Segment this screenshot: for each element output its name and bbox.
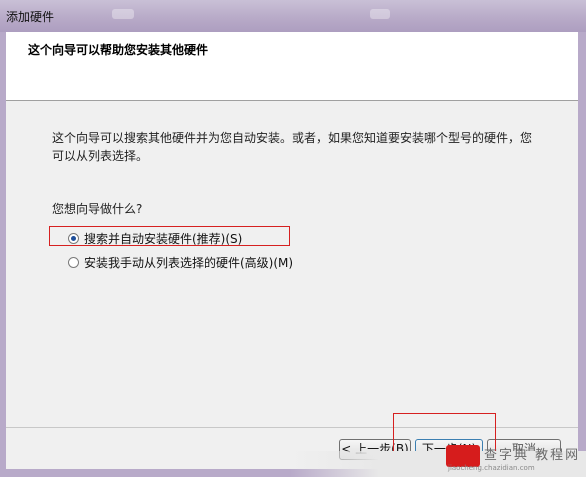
wizard-header: 这个向导可以帮助您安装其他硬件: [6, 32, 578, 101]
watermark-text: 查字典 教程网: [484, 448, 581, 463]
watermark-url: jiaocheng.chazidian.com: [448, 464, 535, 472]
wizard-content: 这个向导可以帮助您安装其他硬件 这个向导可以搜索其他硬件并为您自动安装。或者，如…: [6, 32, 578, 469]
option-manual-install[interactable]: 安装我手动从列表选择的硬件(高级)(M): [68, 253, 293, 271]
description-line-2: 可以从列表选择。: [52, 149, 149, 163]
option-label[interactable]: 安装我手动从列表选择的硬件(高级)(M): [84, 254, 293, 271]
blurred-region: [112, 9, 134, 19]
wizard-description: 这个向导可以搜索其他硬件并为您自动安装。或者，如果您知道要安装哪个型号的硬件，您…: [52, 129, 552, 165]
window-title: 添加硬件: [6, 10, 55, 24]
blurred-region: [370, 9, 390, 19]
red-highlight-box: [49, 226, 290, 246]
window-titlebar: 添加硬件: [0, 0, 586, 32]
watermark: 查字典 教程网 jiaocheng.chazidian.com: [446, 441, 582, 475]
wizard-heading: 这个向导可以帮助您安装其他硬件: [28, 43, 209, 57]
wizard-question: 您想向导做什么?: [52, 202, 143, 216]
description-line-1: 这个向导可以搜索其他硬件并为您自动安装。或者，如果您知道要安装哪个型号的硬件，您: [52, 131, 533, 145]
window-frame: 这个向导可以帮助您安装其他硬件 这个向导可以搜索其他硬件并为您自动安装。或者，如…: [0, 32, 586, 477]
radio-button[interactable]: [68, 256, 79, 268]
